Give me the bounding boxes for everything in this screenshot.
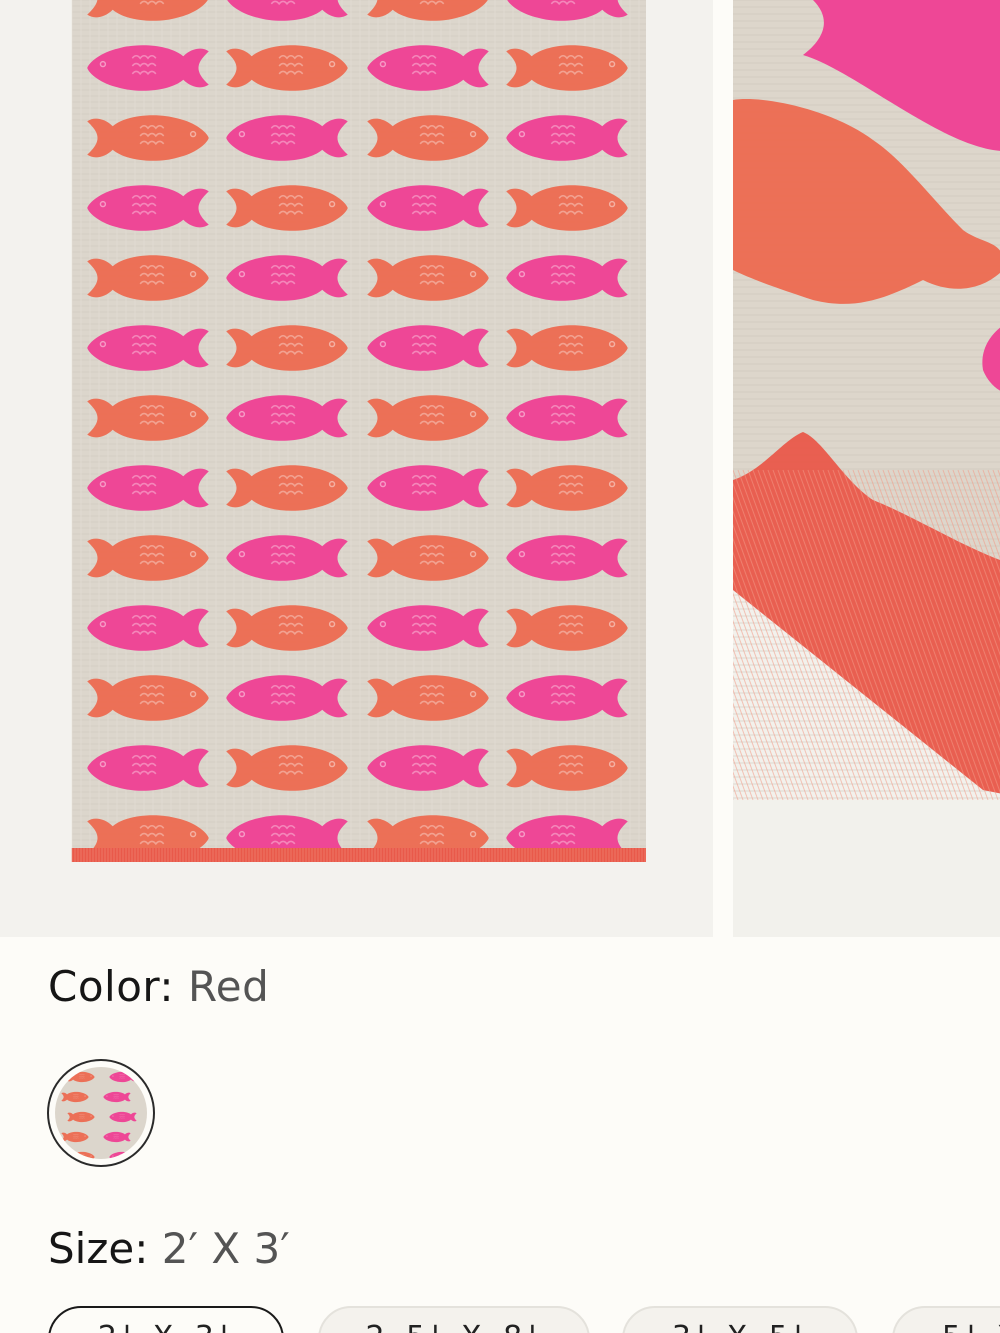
size-option-2x3[interactable]: 2' X 3': [48, 1306, 284, 1333]
fish-rug-image: [0, 0, 713, 937]
size-option-3x5[interactable]: 3' X 5': [622, 1306, 858, 1333]
size-value: 2′ X 3′: [161, 1224, 290, 1273]
product-image-next[interactable]: [733, 0, 1000, 937]
color-value: Red: [187, 962, 270, 1011]
product-page: Color: Red Size: 2′ X 3′ 2' X 3' 2.5' X …: [0, 0, 1000, 1333]
swatch-pattern-image: [55, 1067, 147, 1159]
size-option-2-5x8[interactable]: 2.5' X 8': [318, 1306, 590, 1333]
size-option-5x8[interactable]: 5' X 8': [892, 1306, 1000, 1333]
fish-rug-closeup-image: [733, 0, 1000, 937]
product-image-main[interactable]: [0, 0, 713, 937]
color-label: Color:: [48, 962, 175, 1011]
color-selector-heading: Color: Red: [48, 962, 269, 1011]
color-swatch-red[interactable]: [47, 1059, 155, 1167]
size-label: Size:: [48, 1224, 149, 1273]
product-image-gallery[interactable]: [0, 0, 1000, 937]
size-selector-heading: Size: 2′ X 3′: [48, 1224, 290, 1273]
